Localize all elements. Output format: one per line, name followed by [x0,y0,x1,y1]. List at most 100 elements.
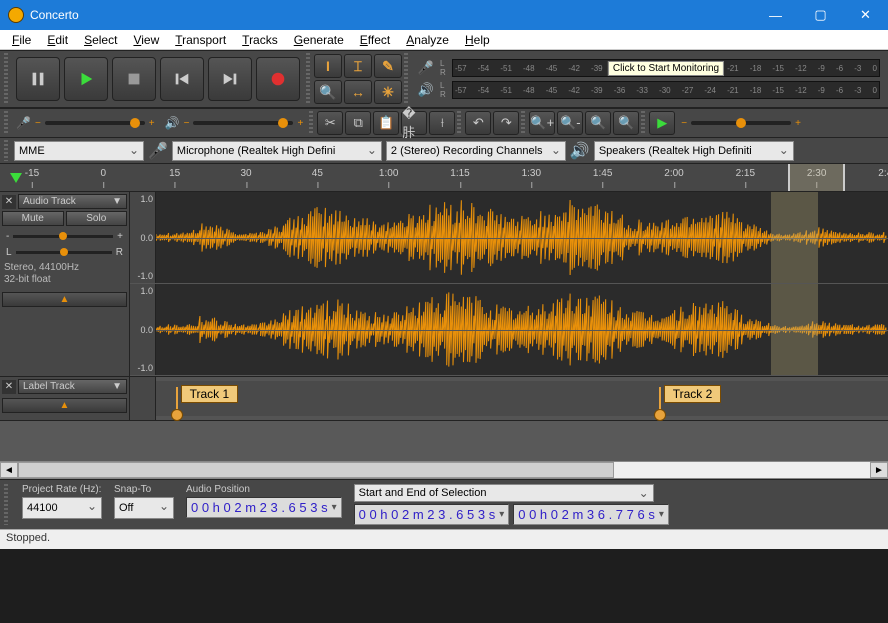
play-at-speed-button[interactable]: ▶ [649,111,675,135]
playback-meter[interactable]: -57-54-51-48-45-42-39-36-33-30-27-24-21-… [452,81,880,99]
project-rate-combo[interactable]: 44100 [22,497,102,519]
empty-workspace[interactable] [0,421,888,461]
grip[interactable] [4,484,8,525]
track-collapse-button[interactable]: ▲ [2,398,127,413]
pan-slider[interactable]: LR [2,244,127,260]
grip[interactable] [521,111,525,135]
menu-transport[interactable]: Transport [167,31,234,49]
menu-help[interactable]: Help [457,31,498,49]
scroll-right-button[interactable]: ► [870,462,888,478]
menu-effect[interactable]: Effect [352,31,398,49]
menu-generate[interactable]: Generate [286,31,352,49]
snap-to-combo[interactable]: Off [114,497,174,519]
output-device-combo[interactable]: Speakers (Realtek High Definiti [594,141,794,161]
minimize-button[interactable]: — [753,0,798,30]
trim-button[interactable]: �胩 [401,111,427,135]
stop-button[interactable] [112,57,156,101]
tick: 0 [101,168,107,179]
label-marker[interactable]: Track 2 [654,387,661,415]
selection-start-field[interactable]: 0 0 h 0 2 m 2 3 . 6 5 3 s▾ [354,504,510,525]
paste-button[interactable]: 📋 [373,111,399,135]
play-speed-slider[interactable] [691,121,791,125]
channel-left[interactable]: 1.00.0-1.0 [130,192,888,284]
grip[interactable] [457,111,461,135]
input-device-combo[interactable]: Microphone (Realtek High Defini [172,141,382,161]
timeline[interactable]: -1501530451:001:151:301:452:002:152:302:… [0,164,888,192]
menu-tracks[interactable]: Tracks [234,31,286,49]
maximize-button[interactable]: ▢ [798,0,843,30]
copy-button[interactable]: ⧉ [345,111,371,135]
mic-icon[interactable]: 🎤 [416,58,436,78]
label-text[interactable]: Track 2 [664,385,722,403]
audio-host-combo[interactable]: MME [14,141,144,161]
undo-button[interactable]: ↶ [465,111,491,135]
mute-button[interactable]: Mute [2,211,64,226]
track-menu-button[interactable]: Audio Track▼ [18,194,127,209]
menu-view[interactable]: View [125,31,167,49]
meters: 🎤 LR Click to Start Monitoring -57-54-51… [412,56,884,102]
track-close-button[interactable]: ✕ [2,195,16,209]
recording-meter[interactable]: Click to Start Monitoring -57-54-51-48-4… [452,59,880,77]
cut-button[interactable]: ✂ [317,111,343,135]
scroll-left-button[interactable]: ◄ [0,462,18,478]
label-text[interactable]: Track 1 [181,385,239,403]
label-lane[interactable]: Track 1 Track 2 [156,381,888,416]
selection-mode-combo[interactable]: Start and End of Selection [354,484,654,502]
label-track-content[interactable]: Track 1 Track 2 [130,377,888,420]
channel-right[interactable]: 1.00.0-1.0 [130,284,888,376]
vaxis: 1.00.0-1.0 [130,284,156,375]
redo-button[interactable]: ↷ [493,111,519,135]
zoom-region[interactable] [788,164,845,191]
track-menu-button[interactable]: Label Track▼ [18,379,127,394]
menu-file[interactable]: File [4,31,39,49]
grip[interactable] [4,111,8,135]
menu-select[interactable]: Select [76,31,125,49]
zoom-in-button[interactable]: 🔍+ [529,111,555,135]
toolbar-edit-row: 🎤− + 🔊− + ✂ ⧉ 📋 �胩 ⟊ ↶ ↷ 🔍+ 🔍- 🔍 🔍 ▶ − + [0,108,888,138]
zoom-tool[interactable]: 🔍 [314,80,342,104]
grip[interactable] [4,53,8,105]
speaker-icon[interactable]: 🔊 [416,80,436,100]
timeshift-tool[interactable]: ↔ [344,80,372,104]
silence-button[interactable]: ⟊ [429,111,455,135]
close-button[interactable]: ✕ [843,0,888,30]
fit-selection-button[interactable]: 🔍 [585,111,611,135]
skip-start-button[interactable] [160,57,204,101]
rec-volume-slider[interactable] [45,121,145,125]
menu-edit[interactable]: Edit [39,31,76,49]
play-volume-slider[interactable] [193,121,293,125]
track-collapse-button[interactable]: ▲ [2,292,127,307]
fit-project-button[interactable]: 🔍 [613,111,639,135]
horizontal-scrollbar[interactable]: ◄ ► [0,461,888,479]
play-meter-lr: LR [440,81,448,99]
zoom-out-button[interactable]: 🔍- [557,111,583,135]
grip[interactable] [4,140,8,161]
tools-grid: I ⌶ ✎ 🔍 ↔ ✳ [314,54,402,104]
selection-region[interactable] [771,284,819,375]
track-close-button[interactable]: ✕ [2,380,16,394]
skip-end-button[interactable] [208,57,252,101]
gain-slider[interactable]: -+ [2,228,127,244]
audio-track-content[interactable]: 1.00.0-1.0 1.00.0-1.0 [130,192,888,376]
channels-combo[interactable]: 2 (Stereo) Recording Channels [386,141,566,161]
label-marker[interactable]: Track 1 [171,387,178,415]
selection-end-field[interactable]: 0 0 h 0 2 m 3 6 . 7 7 6 s▾ [513,504,669,525]
grip[interactable] [404,53,408,105]
selection-tool[interactable]: I [314,54,342,78]
scroll-thumb[interactable] [18,462,614,478]
menu-analyze[interactable]: Analyze [398,31,457,49]
time-ruler[interactable]: -1501530451:001:151:301:452:002:152:302:… [32,164,888,191]
audio-position-field[interactable]: 0 0 h 0 2 m 2 3 . 6 5 3 s▾ [186,497,342,518]
grip[interactable] [306,53,310,105]
meter-tooltip: Click to Start Monitoring [608,61,724,76]
envelope-tool[interactable]: ⌶ [344,54,372,78]
play-button[interactable] [64,57,108,101]
multi-tool[interactable]: ✳ [374,80,402,104]
draw-tool[interactable]: ✎ [374,54,402,78]
pause-button[interactable] [16,57,60,101]
selection-region[interactable] [771,192,819,283]
record-button[interactable] [256,57,300,101]
grip[interactable] [641,111,645,135]
solo-button[interactable]: Solo [66,211,128,226]
grip[interactable] [309,111,313,135]
